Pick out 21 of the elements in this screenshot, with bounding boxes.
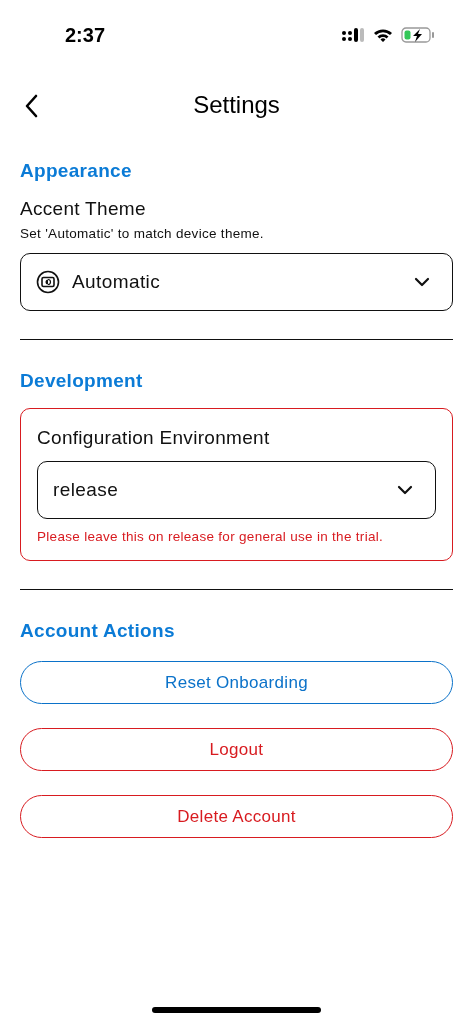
field-label: Accent Theme [20, 198, 147, 220]
chevron-down-icon [414, 277, 430, 287]
battery-charging-icon [401, 27, 435, 43]
dropdown-field[interactable]: Automatic [20, 253, 453, 311]
action-button[interactable]: Reset Onboarding [20, 661, 453, 704]
field-hint: Set 'Automatic' to match device theme. [20, 226, 265, 241]
chevron-down-icon [397, 485, 413, 495]
status-time: 2:37 [65, 23, 106, 47]
warning-text: Please leave this on release for general use in the trial. [37, 529, 385, 544]
destructive-button[interactable]: Delete Account [20, 795, 453, 838]
section-heading: Development [20, 370, 144, 392]
back-icon [24, 94, 38, 118]
section-heading: Appearance [20, 160, 133, 182]
field-label: Configuration Environment [37, 427, 271, 449]
theme-icon [36, 270, 60, 294]
destructive-button[interactable]: Logout [20, 728, 453, 771]
dropdown-field[interactable]: release [37, 461, 436, 519]
section-heading: Account Actions [20, 620, 176, 642]
signal-icon [341, 28, 365, 42]
screen-title: Settings [193, 91, 280, 119]
wifi-icon [373, 28, 393, 42]
